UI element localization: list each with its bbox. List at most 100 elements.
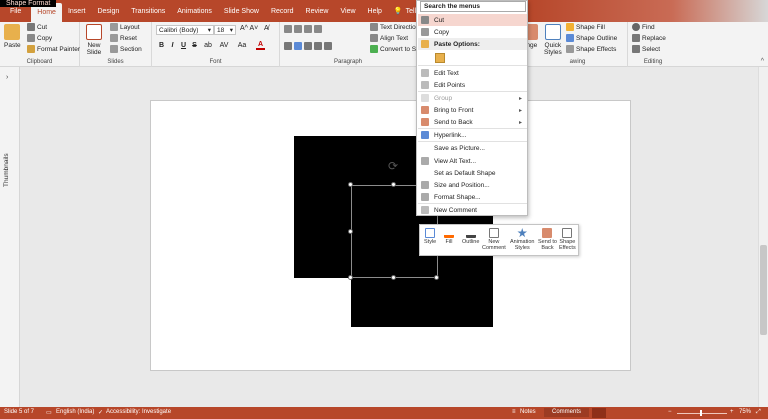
scrollbar-thumb[interactable] <box>760 245 767 335</box>
new-comment-button[interactable]: New Comment <box>482 228 506 252</box>
notes-button[interactable]: Notes <box>520 409 536 415</box>
strike-button[interactable]: S <box>190 42 199 49</box>
italic-button[interactable]: I <box>168 42 177 49</box>
rotate-handle-icon[interactable]: ⟳ <box>388 159 398 173</box>
zoom-in-button[interactable]: + <box>730 409 734 415</box>
find-button[interactable]: Find <box>632 23 655 31</box>
menu-item-set-default-shape[interactable]: Set as Default Shape <box>418 167 527 179</box>
reset-button[interactable]: Reset <box>110 34 137 42</box>
fill-button[interactable]: Fill <box>444 228 454 246</box>
menu-item-new-comment[interactable]: New Comment <box>418 204 527 216</box>
section-button[interactable]: Section <box>110 45 142 53</box>
fit-slide-icon[interactable]: ⤢ <box>756 409 761 416</box>
bold-button[interactable]: B <box>157 42 166 49</box>
tab-slide-show[interactable]: Slide Show <box>218 0 265 22</box>
tell-me[interactable]: 💡 Tell <box>388 0 416 22</box>
shadow-button[interactable]: ab <box>202 42 214 49</box>
tab-review[interactable]: Review <box>300 0 335 22</box>
paste-keep-source-icon[interactable] <box>435 53 445 63</box>
resize-handle[interactable] <box>391 182 396 187</box>
tab-animations[interactable]: Animations <box>171 0 218 22</box>
accessibility-status[interactable]: Accessibility: Investigate <box>106 409 171 415</box>
zoom-slider[interactable] <box>677 413 727 414</box>
align-buttons[interactable] <box>284 42 332 50</box>
menu-item-view-alt-text[interactable]: View Alt Text... <box>418 155 527 167</box>
slide-counter[interactable]: Slide 5 of 7 <box>4 409 34 415</box>
reading-view-button[interactable] <box>628 408 642 418</box>
resize-handle[interactable] <box>348 229 353 234</box>
spellcheck-icon[interactable]: ▭ <box>46 409 52 416</box>
resize-handle[interactable] <box>348 275 353 280</box>
vertical-scrollbar[interactable] <box>758 67 768 407</box>
shape-outline-button[interactable]: Shape Outline <box>566 34 617 42</box>
outline-label: Outline <box>462 239 480 245</box>
language-indicator[interactable]: English (India) <box>56 409 94 415</box>
font-grow-button[interactable]: A^ A˅ <box>240 25 258 32</box>
paste-button[interactable]: Paste <box>4 24 21 49</box>
style-button[interactable]: Style <box>424 228 436 246</box>
menu-item-format-shape[interactable]: Format Shape... <box>418 191 527 203</box>
menu-item-edit-points[interactable]: Edit Points <box>418 79 527 91</box>
animation-styles-button[interactable]: Animation Styles <box>510 228 534 252</box>
replace-button[interactable]: Replace <box>632 34 666 42</box>
format-painter-button[interactable]: Format Painter <box>27 45 80 53</box>
font-size-dropdown[interactable]: 18 ▾ <box>214 25 236 35</box>
zoom-out-button[interactable]: − <box>668 409 672 415</box>
shape-fill-button[interactable]: Shape Fill <box>566 23 605 31</box>
normal-view-button[interactable] <box>592 408 606 418</box>
font-color-button[interactable]: A <box>256 41 265 50</box>
font-family-dropdown[interactable]: Calibri (Body) ▾ <box>156 25 214 35</box>
tab-view[interactable]: View <box>334 0 361 22</box>
cut-button[interactable]: Cut <box>27 23 47 31</box>
comments-button[interactable]: Comments <box>544 408 590 417</box>
search-menus-input[interactable]: Search the menus <box>420 1 526 12</box>
convert-smartart-button[interactable]: Convert to Sm <box>370 45 422 53</box>
text-direction-button[interactable]: Text Direction <box>370 23 419 31</box>
tab-insert[interactable]: Insert <box>62 0 92 22</box>
layout-button[interactable]: Layout <box>110 23 140 31</box>
select-button[interactable]: Select <box>632 45 660 53</box>
accessibility-icon[interactable]: ✓ <box>98 409 103 416</box>
tab-help[interactable]: Help <box>362 0 388 22</box>
slide-sorter-button[interactable] <box>610 408 624 418</box>
thumbnails-label[interactable]: Thumbnails <box>3 153 10 187</box>
zoom-slider-knob[interactable] <box>700 410 702 416</box>
tab-shape-format[interactable]: Shape Format <box>0 0 57 7</box>
resize-handle[interactable] <box>348 182 353 187</box>
quick-styles-button[interactable]: Quick Styles <box>544 24 562 56</box>
menu-item-hyperlink[interactable]: Hyperlink... <box>418 129 527 141</box>
resize-handle[interactable] <box>391 275 396 280</box>
shape-effects-button[interactable]: Shape Effects <box>566 45 616 53</box>
align-text-button[interactable]: Align Text <box>370 34 408 42</box>
collapse-ribbon-icon[interactable]: ^ <box>761 58 764 65</box>
menu-item-cut[interactable]: Cut <box>418 14 527 26</box>
underline-button[interactable]: U <box>179 42 188 49</box>
animation-styles-label: Animation Styles <box>510 239 535 251</box>
chevron-right-icon[interactable]: › <box>6 74 8 81</box>
bullets-button[interactable] <box>284 25 322 33</box>
notes-icon[interactable]: ≡ <box>512 409 516 415</box>
shape-effects-mini-button[interactable]: Shape Effects <box>559 228 576 252</box>
menu-item-send-to-back[interactable]: Send to Back ▸ <box>418 116 527 128</box>
resize-handle[interactable] <box>434 275 439 280</box>
clear-format-button[interactable]: A̸ <box>264 25 269 32</box>
copy-button[interactable]: Copy <box>27 34 52 42</box>
outline-button[interactable]: Outline <box>462 228 479 246</box>
tab-transitions[interactable]: Transitions <box>125 0 171 22</box>
tab-record[interactable]: Record <box>265 0 300 22</box>
menu-item-size-position[interactable]: Size and Position... <box>418 179 527 191</box>
new-slide-button[interactable]: New Slide <box>86 24 102 56</box>
menu-item-edit-text[interactable]: Edit Text <box>418 67 527 79</box>
tab-design[interactable]: Design <box>91 0 125 22</box>
paint-bucket-icon <box>444 228 454 238</box>
menu-item-bring-to-front[interactable]: Bring to Front ▸ <box>418 104 527 116</box>
zoom-level[interactable]: 75% <box>739 409 751 415</box>
text-direction-icon <box>370 23 378 31</box>
menu-item-copy[interactable]: Copy <box>418 26 527 38</box>
change-case-button[interactable]: Aa <box>236 42 248 49</box>
menu-item-group[interactable]: Group ▸ <box>418 92 527 104</box>
menu-item-save-as-picture[interactable]: Save as Picture... <box>418 142 527 154</box>
char-spacing-button[interactable]: AV <box>218 42 230 49</box>
send-to-back-button[interactable]: Send to Back <box>538 228 557 252</box>
slideshow-view-button[interactable] <box>646 408 660 418</box>
